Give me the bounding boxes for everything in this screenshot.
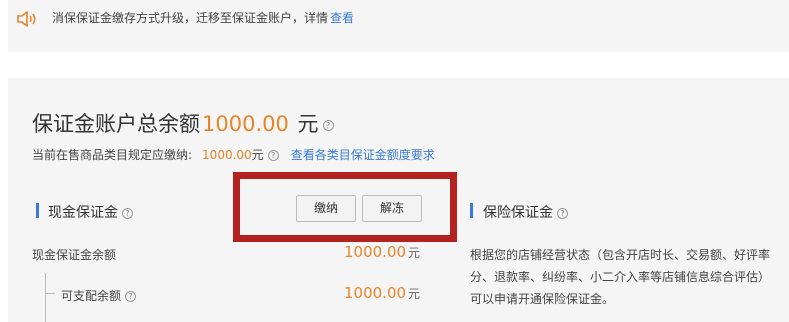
speaker-icon (17, 11, 36, 27)
total-balance-heading: 保证金账户总余额1000.00 元? (32, 108, 334, 138)
cash-balance-amount: 1000.00 (344, 243, 407, 261)
insurance-section-title: 保险保证金? (483, 202, 568, 222)
cash-balance-value: 1000.00 元 (344, 243, 420, 261)
cash-balance-label: 现金保证金余额 (32, 248, 117, 262)
insurance-section-marker (470, 203, 473, 218)
cash-title-text: 现金保证金 (48, 205, 118, 221)
insurance-title-text: 保险保证金 (483, 205, 553, 221)
release-button[interactable]: 解冻 (362, 195, 422, 222)
help-icon[interactable]: ? (322, 119, 334, 131)
available-balance-amount: 1000.00 (344, 284, 407, 302)
cash-section-marker (36, 203, 39, 218)
total-balance-unit: 元 (297, 112, 319, 136)
available-balance-unit: 元 (408, 287, 421, 301)
notice-bar (8, 0, 789, 52)
required-amount: 1000.00 (202, 148, 252, 162)
cash-section-title: 现金保证金? (48, 202, 133, 222)
available-balance-label: 可支配余额? (61, 287, 137, 304)
total-balance-amount: 1000.00 (202, 112, 289, 136)
available-label-text: 可支配余额 (61, 289, 122, 303)
pay-button[interactable]: 缴纳 (296, 195, 356, 222)
notice-view-link[interactable]: 查看 (330, 11, 354, 25)
help-icon[interactable]: ? (557, 207, 568, 219)
required-unit: 元 (251, 148, 264, 162)
insurance-description-line: 根据您的店铺经营状态（包含开店时长、交易额、好评率 (470, 248, 771, 262)
tree-connector-branch (45, 293, 55, 294)
view-requirements-link[interactable]: 查看各类目保证金额度要求 (291, 148, 435, 162)
notice-text: 消保保证金缴存方式升级，迁移至保证金账户，详情 查看 (52, 9, 354, 26)
insurance-description-line: 可以申请开通保险保证金。 (470, 292, 615, 306)
required-amount-line: 当前在售商品类目规定应缴纳: 1000.00元? 查看各类目保证金额度要求 (32, 146, 435, 163)
notice-message: 消保保证金缴存方式升级，迁移至保证金账户，详情 (52, 11, 329, 25)
insurance-description-line: 分、退款率、纠纷率、小二介入率等店铺信息综合评估） (470, 270, 771, 284)
available-balance-value: 1000.00 元 (344, 284, 420, 302)
tree-connector (45, 273, 46, 322)
required-label: 当前在售商品类目规定应缴纳: (32, 148, 193, 162)
help-icon[interactable]: ? (125, 291, 137, 302)
help-icon[interactable]: ? (267, 150, 279, 161)
help-icon[interactable]: ? (122, 207, 133, 219)
total-balance-label: 保证金账户总余额 (32, 112, 200, 136)
cash-balance-unit: 元 (408, 246, 421, 260)
